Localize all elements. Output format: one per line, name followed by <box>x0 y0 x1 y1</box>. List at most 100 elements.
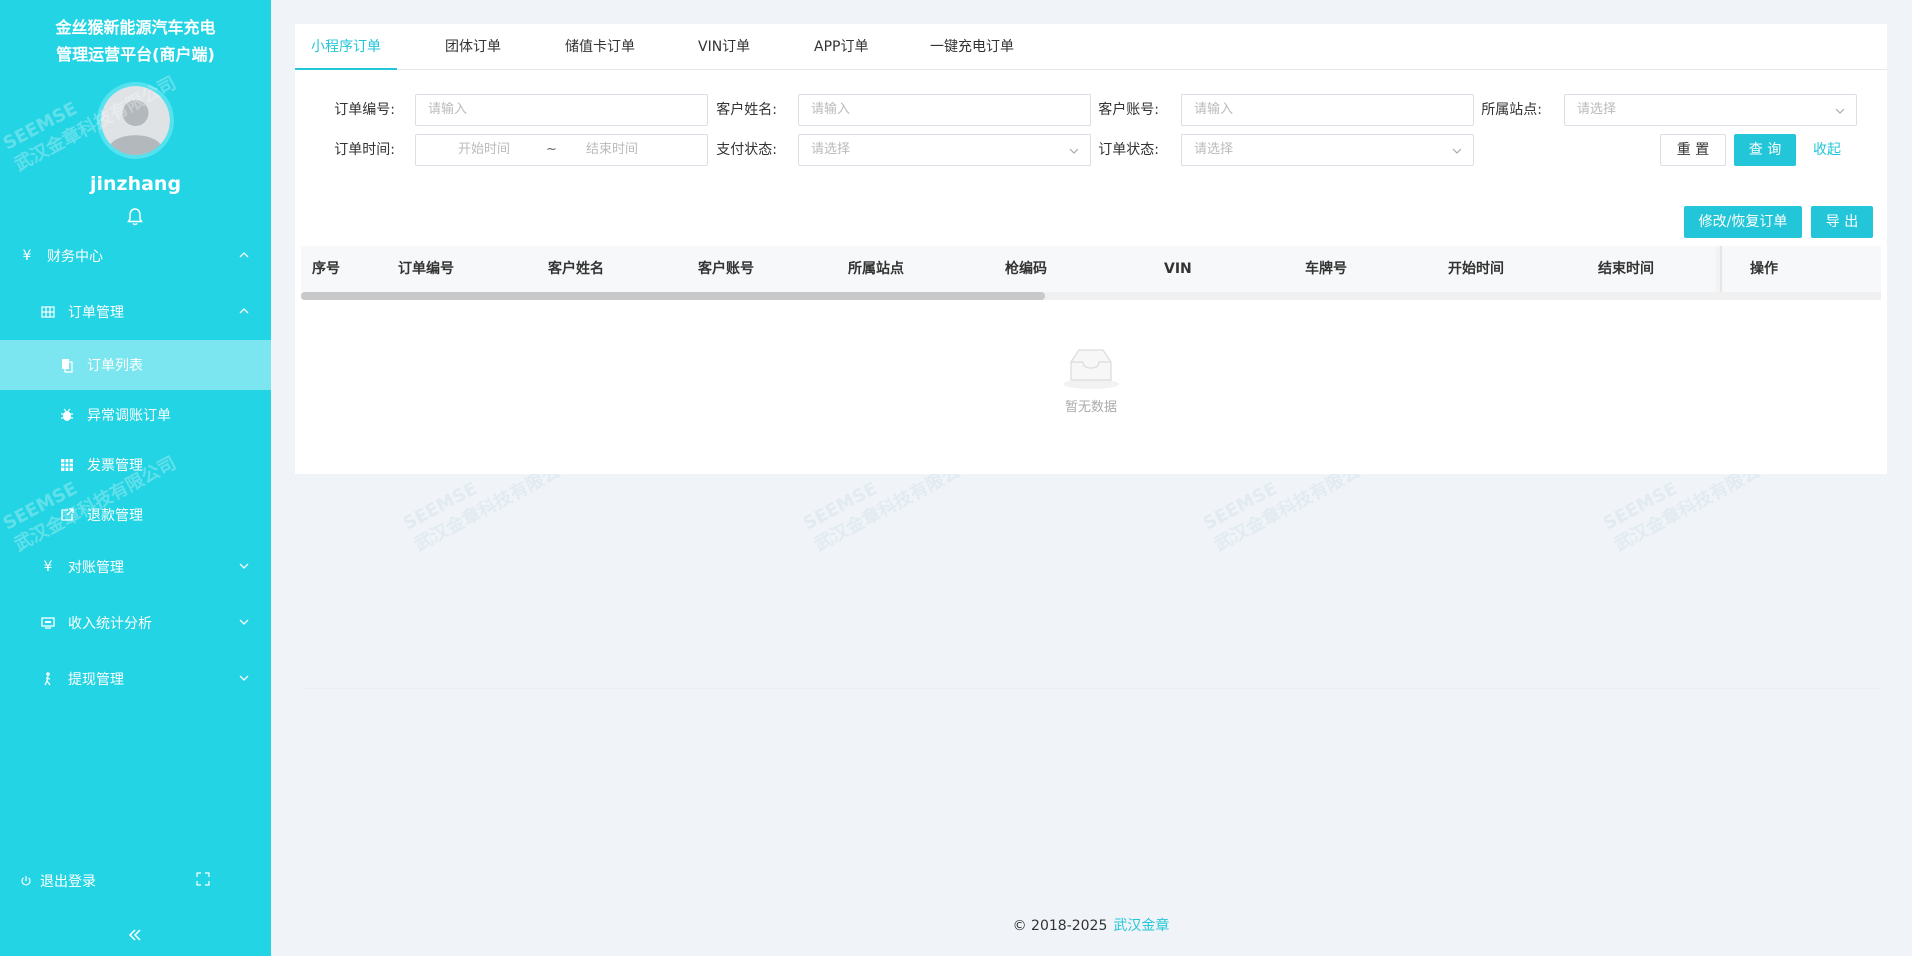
range-separator: ~ <box>546 142 557 157</box>
table-header: 序号 订单编号 客户姓名 客户账号 所属站点 枪编码 VIN 车牌号 开始时间 … <box>301 246 1881 292</box>
brand-line-2: 管理运营平台(商户端) <box>56 45 215 64</box>
monitor-icon <box>41 617 55 629</box>
tab-one-click-charge-orders[interactable]: 一键充电订单 <box>930 24 1014 70</box>
col-vin: VIN <box>1164 261 1192 277</box>
order-time-range[interactable]: 开始时间 ~ 结束时间 <box>415 134 708 166</box>
menu-withdrawal[interactable]: 提现管理 <box>0 654 271 704</box>
menu-order-management[interactable]: 订单管理 <box>0 287 271 337</box>
col-gun-code: 枪编码 <box>1005 261 1047 277</box>
menu-order-list[interactable]: 订单列表 <box>0 340 271 390</box>
modify-restore-order-button[interactable]: 修改/恢复订单 <box>1684 206 1802 238</box>
order-status-select[interactable]: 请选择 <box>1181 134 1474 166</box>
power-icon <box>21 876 31 886</box>
username: jinzhang <box>89 173 182 195</box>
avatar[interactable] <box>97 82 174 159</box>
bug-icon <box>61 408 73 421</box>
order-no-label: 订单编号: <box>334 102 395 118</box>
order-time-label: 订单时间: <box>334 142 395 158</box>
logout-label: 退出登录 <box>40 874 96 890</box>
empty-inbox-icon <box>1063 349 1119 389</box>
scrollbar-thumb[interactable] <box>301 292 1045 300</box>
order-status-label: 订单状态: <box>1098 142 1159 158</box>
col-order-no: 订单编号 <box>398 261 454 277</box>
fixed-column-divider <box>1720 246 1722 292</box>
fullscreen-icon[interactable] <box>196 872 210 886</box>
col-operations: 操作 <box>1750 261 1778 277</box>
tab-mini-program-orders[interactable]: 小程序订单 <box>295 24 397 70</box>
export-button[interactable]: 导 出 <box>1811 206 1873 238</box>
menu-refund-management[interactable]: 退款管理 <box>0 490 271 540</box>
query-button[interactable]: 查 询 <box>1734 134 1796 166</box>
yen-icon: ¥ <box>43 559 53 575</box>
menu-label: 退款管理 <box>87 508 143 524</box>
menu-label: 财务中心 <box>47 249 103 265</box>
horizontal-scrollbar[interactable] <box>301 292 1881 300</box>
station-placeholder: 请选择 <box>1577 102 1617 117</box>
col-station: 所属站点 <box>848 261 904 277</box>
reset-button[interactable]: 重 置 <box>1660 134 1726 166</box>
footer: © 2018-2025 武汉金章 <box>0 915 1912 935</box>
user-avatar-icon <box>101 86 170 155</box>
person-walking-icon <box>44 672 51 686</box>
menu-label: 订单管理 <box>68 305 124 321</box>
order-no-input[interactable]: 请输入 <box>415 94 708 126</box>
menu-finance-center[interactable]: ¥ 财务中心 <box>0 231 271 281</box>
table-bottom-border <box>301 688 1881 689</box>
grid-icon <box>41 306 55 318</box>
col-customer-account: 客户账号 <box>698 261 754 277</box>
yen-icon: ¥ <box>22 248 32 264</box>
end-time-placeholder: 结束时间 <box>586 142 639 157</box>
tab-stored-value-card-orders[interactable]: 储值卡订单 <box>565 24 635 70</box>
col-customer-name: 客户姓名 <box>548 261 604 277</box>
customer-name-input[interactable]: 请输入 <box>798 94 1091 126</box>
menu-label: 提现管理 <box>68 672 124 688</box>
menu-label: 异常调账订单 <box>87 408 171 424</box>
station-label: 所属站点: <box>1481 102 1542 118</box>
empty-text: 暂无数据 <box>1064 400 1117 415</box>
menu-abnormal-orders[interactable]: 异常调账订单 <box>0 390 271 440</box>
menu-label: 订单列表 <box>87 358 143 374</box>
bell-icon[interactable] <box>126 207 144 227</box>
brand-title: 金丝猴新能源汽车充电 管理运营平台(商户端) <box>0 14 271 68</box>
chevron-up-icon <box>239 252 249 258</box>
collapse-link[interactable]: 收起 <box>1813 134 1841 166</box>
empty-state: 暂无数据 <box>301 346 1881 415</box>
pay-status-label: 支付状态: <box>716 142 777 158</box>
chevron-down-icon <box>1069 148 1079 154</box>
customer-account-label: 客户账号: <box>1098 102 1159 118</box>
logout-button[interactable]: 退出登录 <box>20 871 96 891</box>
order-card: 小程序订单 团体订单 储值卡订单 VIN订单 APP订单 一键充电订单 订单编号… <box>295 24 1887 689</box>
start-time-placeholder: 开始时间 <box>458 142 511 157</box>
table-icon <box>61 459 73 471</box>
menu-income-statistics[interactable]: 收入统计分析 <box>0 598 271 648</box>
chevron-up-icon <box>239 308 249 314</box>
chevron-down-icon <box>239 619 249 625</box>
customer-name-label: 客户姓名: <box>716 102 777 118</box>
menu-invoice-management[interactable]: 发票管理 <box>0 440 271 490</box>
pay-status-placeholder: 请选择 <box>811 142 851 157</box>
external-link-icon <box>61 508 74 521</box>
customer-account-input[interactable]: 请输入 <box>1181 94 1474 126</box>
chevron-down-icon <box>239 563 249 569</box>
station-select[interactable]: 请选择 <box>1564 94 1857 126</box>
col-index: 序号 <box>312 261 340 277</box>
copyright: © 2018-2025 <box>1012 918 1108 934</box>
col-start-time: 开始时间 <box>1448 261 1504 277</box>
pay-status-select[interactable]: 请选择 <box>798 134 1091 166</box>
chevron-down-icon <box>1452 148 1462 154</box>
menu-label: 收入统计分析 <box>68 616 152 632</box>
menu-label: 发票管理 <box>87 458 143 474</box>
menu-label: 对账管理 <box>68 560 124 576</box>
order-status-placeholder: 请选择 <box>1194 142 1234 157</box>
chevron-down-icon <box>239 675 249 681</box>
col-plate-no: 车牌号 <box>1305 261 1347 277</box>
tab-app-orders[interactable]: APP订单 <box>814 24 868 70</box>
footer-company-link[interactable]: 武汉金章 <box>1113 918 1169 934</box>
sidebar: 金丝猴新能源汽车充电 管理运营平台(商户端) jinzhang ¥ 财务中心 订… <box>0 0 271 956</box>
col-end-time: 结束时间 <box>1598 261 1654 277</box>
document-icon <box>62 359 73 373</box>
tab-group-orders[interactable]: 团体订单 <box>445 24 501 70</box>
menu-reconciliation[interactable]: ¥ 对账管理 <box>0 542 271 592</box>
order-tabs: 小程序订单 团体订单 储值卡订单 VIN订单 APP订单 一键充电订单 <box>295 24 1887 70</box>
tab-vin-orders[interactable]: VIN订单 <box>698 24 750 70</box>
